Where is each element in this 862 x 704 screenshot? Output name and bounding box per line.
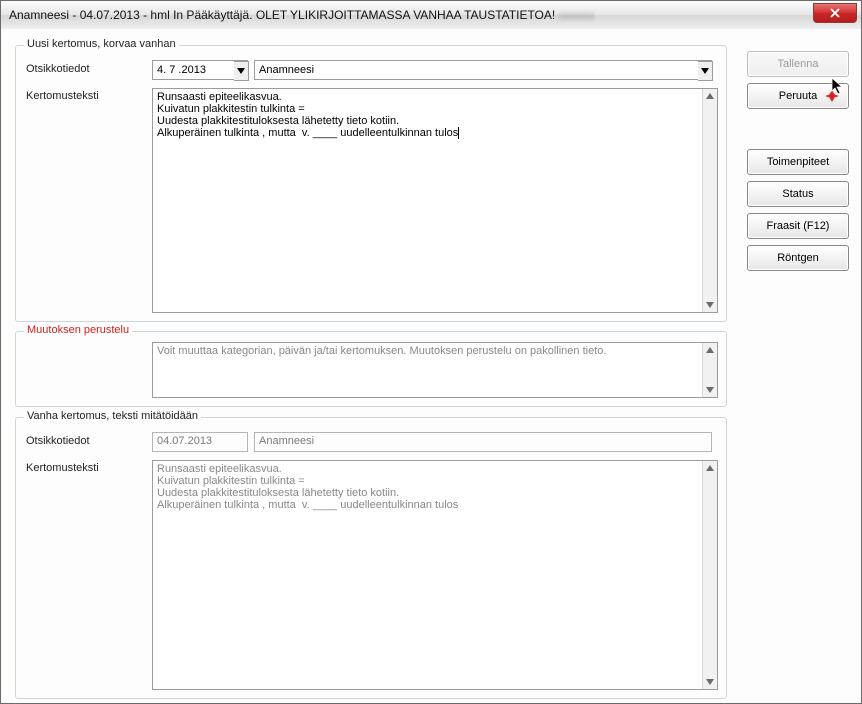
label-otsikkotiedot-old: Otsikkotiedot: [26, 435, 90, 447]
title-prefix: Anamneesi - 04.07.2013 - hml In Pääkäytt…: [9, 8, 256, 22]
cancel-button-label: Peruuta: [779, 90, 818, 102]
chevron-down-icon: [237, 68, 245, 74]
dialog-body: Tallenna Peruuta Toimenpiteet Status Fra…: [1, 29, 861, 703]
category-dropdown-arrow[interactable]: [698, 61, 713, 81]
status-button-label: Status: [782, 188, 813, 200]
reason-scrollbar[interactable]: [702, 343, 717, 397]
toimenpiteet-button-label: Toimenpiteet: [767, 156, 829, 168]
cancel-active-marker: [825, 89, 839, 106]
scroll-up-button[interactable]: [703, 343, 717, 357]
fraasit-button[interactable]: Fraasit (F12): [747, 213, 849, 239]
scroll-down-button[interactable]: [703, 298, 717, 312]
old-text-wrap: Runsaasti epiteelikasvua. Kuivatun plakk…: [152, 460, 718, 690]
rontgen-button[interactable]: Röntgen: [747, 245, 849, 271]
group-change-reason-legend: Muutoksen perustelu: [24, 324, 132, 336]
scroll-up-button[interactable]: [703, 89, 717, 103]
old-text-scrollbar[interactable]: [702, 461, 717, 689]
fraasit-button-label: Fraasit (F12): [767, 220, 830, 232]
scroll-up-button[interactable]: [703, 461, 717, 475]
title-blurred-tail: ———: [559, 8, 595, 22]
scroll-down-button[interactable]: [703, 675, 717, 689]
title-warning: OLET YLIKIRJOITTAMASSA VANHAA TAUSTATIET…: [256, 8, 555, 22]
group-change-reason: Muutoksen perustelu Voit muuttaa kategor…: [15, 331, 727, 407]
new-text-scrollbar[interactable]: [702, 89, 717, 312]
label-otsikkotiedot-new: Otsikkotiedot: [26, 63, 90, 75]
reason-text-wrap: Voit muuttaa kategorian, päivän ja/tai k…: [152, 342, 718, 398]
save-button-label: Tallenna: [778, 58, 819, 70]
reason-text-area[interactable]: Voit muuttaa kategorian, päivän ja/tai k…: [153, 343, 703, 397]
group-new-entry-legend: Uusi kertomus, korvaa vanhan: [24, 38, 179, 50]
group-old-entry: Vanha kertomus, teksti mitätöidään Otsik…: [15, 417, 727, 699]
button-column: Tallenna Peruuta Toimenpiteet Status Fra…: [747, 51, 847, 277]
new-text-area[interactable]: Runsaasti epiteelikasvua. Kuivatun plakk…: [153, 89, 703, 312]
toimenpiteet-button[interactable]: Toimenpiteet: [747, 149, 849, 175]
window-close-button[interactable]: [813, 3, 857, 23]
old-text-area: Runsaasti epiteelikasvua. Kuivatun plakk…: [153, 461, 703, 689]
text-caret: [458, 127, 459, 139]
category-input[interactable]: [254, 60, 712, 80]
date-dropdown-arrow[interactable]: [234, 61, 249, 81]
label-kertomusteksti-old: Kertomusteksti: [26, 462, 99, 474]
chevron-down-icon: [701, 68, 709, 74]
old-category-readonly: Anamneesi: [254, 432, 712, 452]
group-old-entry-legend: Vanha kertomus, teksti mitätöidään: [24, 410, 201, 422]
old-date-readonly: 04.07.2013: [152, 432, 248, 452]
group-new-entry: Uusi kertomus, korvaa vanhan Otsikkotied…: [15, 45, 727, 322]
label-kertomusteksti-new: Kertomusteksti: [26, 90, 99, 102]
dialog-window: Anamneesi - 04.07.2013 - hml In Pääkäytt…: [0, 0, 862, 704]
scroll-down-button[interactable]: [703, 383, 717, 397]
cancel-button[interactable]: Peruuta: [747, 83, 849, 109]
new-text-area-wrap: Runsaasti epiteelikasvua. Kuivatun plakk…: [152, 88, 718, 313]
status-button[interactable]: Status: [747, 181, 849, 207]
titlebar[interactable]: Anamneesi - 04.07.2013 - hml In Pääkäytt…: [1, 1, 861, 30]
new-text-content: Runsaasti epiteelikasvua. Kuivatun plakk…: [157, 91, 458, 139]
window-title: Anamneesi - 04.07.2013 - hml In Pääkäytt…: [9, 8, 595, 22]
rontgen-button-label: Röntgen: [777, 252, 819, 264]
save-button: Tallenna: [747, 51, 849, 77]
close-icon: [829, 8, 841, 18]
